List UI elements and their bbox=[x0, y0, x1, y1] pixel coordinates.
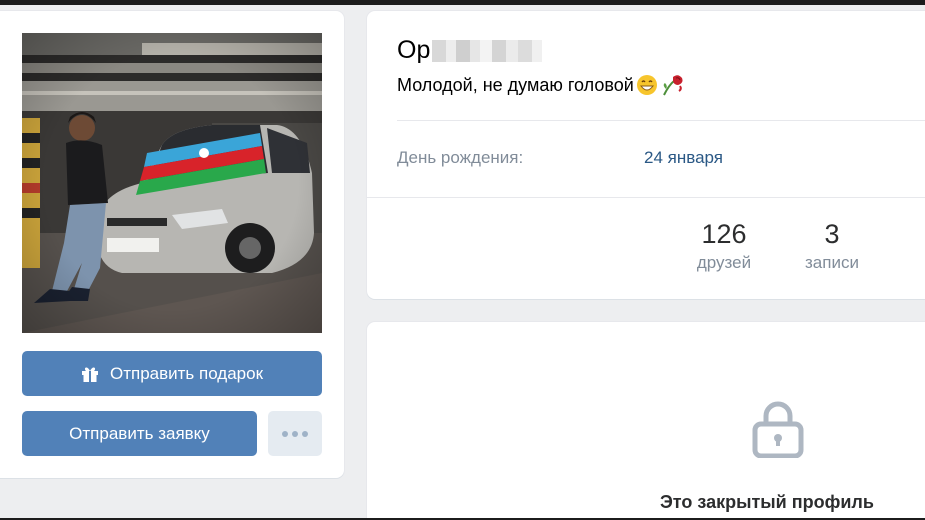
grinning-face-emoji-icon bbox=[636, 74, 658, 96]
profile-info-card: Ор Молодой, не думаю головой День рожден… bbox=[367, 11, 925, 299]
birthday-label: День рождения: bbox=[397, 148, 524, 167]
private-profile-text: Это закрытый профиль bbox=[660, 492, 874, 512]
profile-name-text: Ор bbox=[397, 36, 431, 64]
lock-icon bbox=[752, 400, 804, 463]
friends-counter[interactable]: 126 друзей bbox=[679, 217, 769, 275]
birthday-link[interactable]: 24 января bbox=[644, 148, 723, 168]
profile-name: Ор bbox=[397, 36, 543, 65]
more-actions-button[interactable] bbox=[268, 411, 322, 456]
wilted-rose-icon bbox=[660, 73, 686, 97]
profile-avatar-card: Отправить подарок Отправить заявку bbox=[0, 11, 344, 478]
send-gift-button[interactable]: Отправить подарок bbox=[22, 351, 322, 396]
profile-photo-image bbox=[22, 33, 322, 333]
more-horizontal-icon bbox=[282, 430, 288, 437]
profile-status: Молодой, не думаю головой bbox=[397, 73, 686, 97]
counters-divider bbox=[367, 197, 925, 198]
posts-label: записи bbox=[805, 253, 859, 272]
friends-count: 126 bbox=[701, 219, 747, 249]
gift-icon bbox=[81, 365, 99, 383]
info-divider bbox=[397, 120, 925, 121]
send-friend-request-button[interactable]: Отправить заявку bbox=[22, 411, 257, 456]
top-edge bbox=[0, 0, 925, 5]
private-profile-card: Это закрытый профиль bbox=[367, 322, 925, 520]
friends-label: друзей bbox=[696, 253, 752, 272]
posts-counter[interactable]: 3 записи bbox=[787, 217, 877, 275]
redacted-name-blur bbox=[432, 39, 543, 62]
posts-count: 3 bbox=[824, 219, 840, 249]
send-gift-label: Отправить подарок bbox=[109, 363, 264, 383]
profile-status-text: Молодой, не думаю головой bbox=[397, 74, 634, 95]
profile-photo[interactable] bbox=[22, 33, 322, 333]
send-request-label: Отправить заявку bbox=[69, 423, 210, 443]
